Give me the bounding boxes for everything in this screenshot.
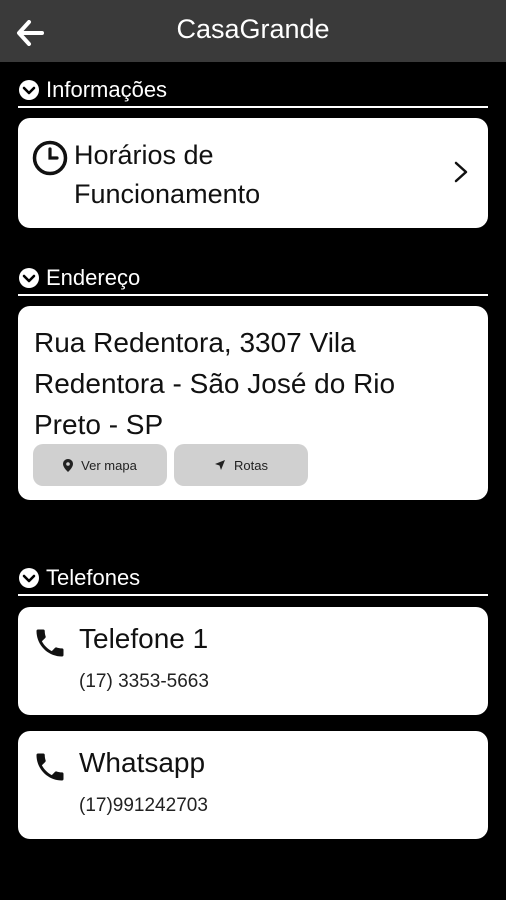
phone-icon	[36, 629, 64, 657]
phone-number: (17)991242703	[79, 795, 208, 816]
section-label: Telefones	[46, 565, 141, 590]
phone-title: Telefone 1	[79, 623, 209, 654]
chevron-right-icon	[454, 161, 468, 183]
section-header-phones[interactable]: Telefones	[18, 562, 488, 596]
section-label: Endereço	[46, 265, 141, 290]
clock-icon	[32, 140, 68, 176]
chevron-down-circle-icon	[19, 568, 39, 588]
view-map-button[interactable]: Ver mapa	[33, 444, 167, 486]
navigation-arrow-icon	[215, 460, 226, 470]
routes-label: Rotas	[234, 457, 268, 473]
phone-title: Whatsapp	[79, 747, 206, 778]
section-header-info[interactable]: Informações	[18, 74, 488, 108]
address-text: Rua Redentora, 3307 Vila Redentora - São…	[34, 327, 396, 440]
view-map-label: Ver mapa	[81, 457, 137, 473]
page-title: CasaGrande	[176, 14, 330, 44]
routes-button[interactable]: Rotas	[174, 444, 308, 486]
chevron-down-circle-icon	[19, 80, 39, 100]
phone-number: (17) 3353-5663	[79, 671, 209, 692]
section-header-address[interactable]: Endereço	[18, 262, 488, 296]
phone-card[interactable]: Telefone 1 (17) 3353-5663	[18, 607, 488, 715]
app-bar: CasaGrande	[0, 0, 506, 62]
opening-hours-label: Horários de Funcionamento	[74, 140, 261, 209]
phone-icon	[36, 753, 64, 781]
address-card: Rua Redentora, 3307 Vila Redentora - São…	[18, 306, 488, 500]
section-label: Informações	[46, 77, 168, 102]
opening-hours-card[interactable]: Horários de Funcionamento	[18, 118, 488, 228]
map-pin-icon	[63, 458, 74, 472]
phone-card[interactable]: Whatsapp (17)991242703	[18, 731, 488, 839]
chevron-down-circle-icon	[19, 268, 39, 288]
